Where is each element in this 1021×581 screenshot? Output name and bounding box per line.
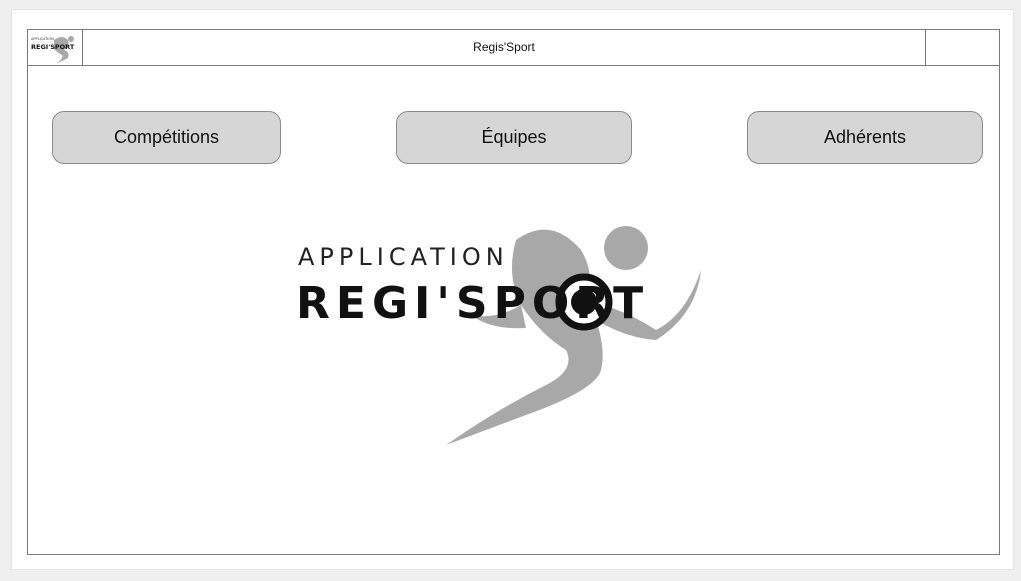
logo-line-regisport: REGI'SPORT (296, 278, 650, 329)
svg-text:APPLICATION: APPLICATION (31, 37, 54, 41)
app-logo: APPLICATION REGI'SPORT (296, 220, 706, 445)
competitions-button[interactable]: Compétitions (52, 111, 281, 164)
equipes-button[interactable]: Équipes (396, 111, 632, 164)
logo-line-application: APPLICATION (298, 243, 509, 271)
app-window: APPLICATION REGI'SPORT Regis'Sport Compé… (27, 29, 1000, 555)
svg-text:REGI'SPORT: REGI'SPORT (31, 43, 75, 51)
runner-icon: APPLICATION REGI'SPORT (31, 36, 75, 64)
header-logo: APPLICATION REGI'SPORT (28, 30, 83, 65)
window-title: Regis'Sport (473, 40, 535, 54)
title-bar: APPLICATION REGI'SPORT Regis'Sport (28, 30, 999, 66)
title-bar-right-cell (925, 30, 999, 65)
adherents-button[interactable]: Adhérents (747, 111, 983, 164)
